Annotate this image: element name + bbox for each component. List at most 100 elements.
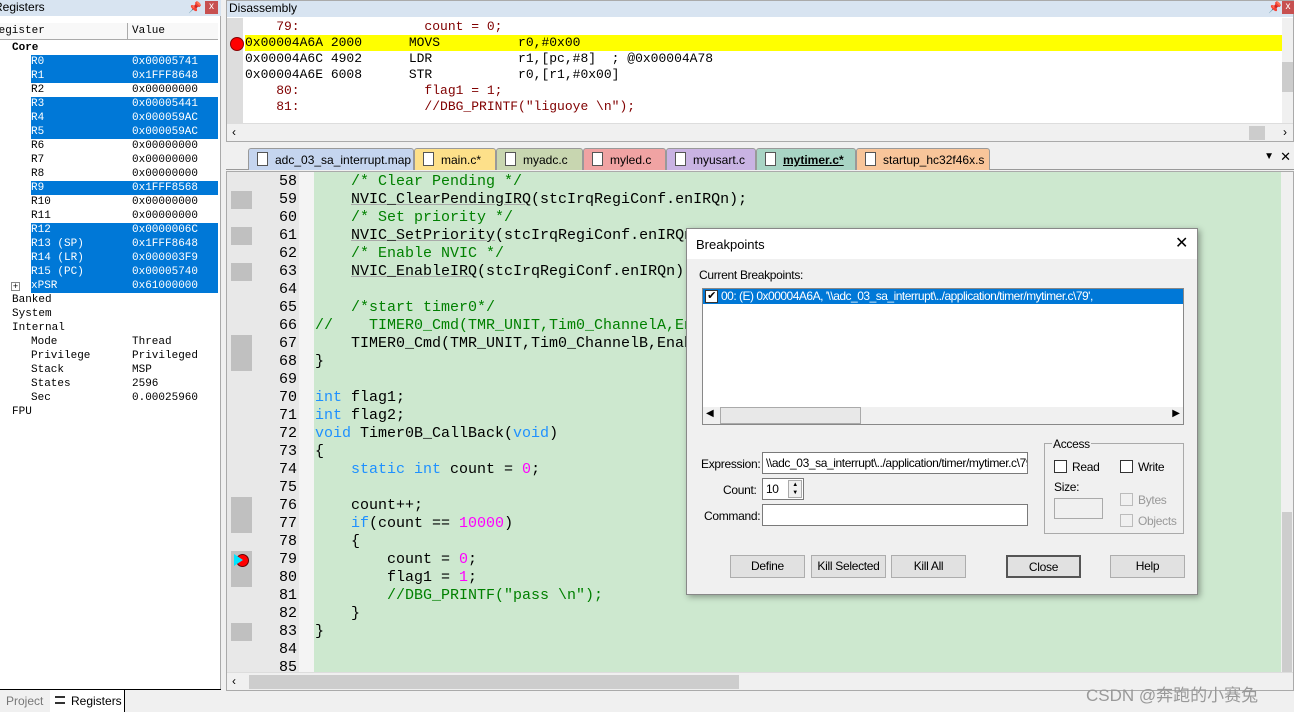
register-row[interactable]: xPSR 0x61000000 [31,279,218,293]
scroll-right-icon[interactable]: › [1283,125,1287,139]
pin-icon[interactable]: 📌 [1268,1,1282,14]
internal-row[interactable]: Sec 0.00025960 [31,391,218,405]
register-row[interactable]: R0 0x00005741 [31,55,218,69]
command-input[interactable] [762,504,1028,526]
scroll-right-icon[interactable]: ▶ [1172,408,1180,419]
register-row[interactable]: R4 0x000059AC [31,111,218,125]
tab-startup-hc32f46x-s[interactable]: startup_hc32f46x.s [856,148,990,170]
code-line[interactable]: NVIC_SetPriority(stcIrqRegiConf.enIRQn [315,227,693,245]
expression-input[interactable]: \\adc_03_sa_interrupt\../application/tim… [762,452,1028,474]
editor-vscrollbar[interactable] [1281,172,1293,672]
register-row[interactable]: R3 0x00005441 [31,97,218,111]
tab-main-c-[interactable]: main.c* [414,148,496,170]
code-line[interactable]: static int count = 0; [315,461,540,479]
breakpoint-enabled-checkbox[interactable]: ✔ [705,290,718,303]
tab-list-dropdown-icon[interactable]: ▼ [1264,151,1274,162]
column-register[interactable]: Register [0,23,128,40]
breakpoint-item[interactable]: ✔ 00: (E) 0x00004A6A, '\\adc_03_sa_inter… [703,289,1183,304]
register-row[interactable]: R9 0x1FFF8568 [31,181,218,195]
scroll-left-icon[interactable]: ◀ [706,408,714,419]
disassembly-line[interactable]: 0x00004A6C 4902 LDR r1,[pc,#8] ; @0x0000… [245,51,1285,67]
disassembly-line[interactable]: 80: flag1 = 1; [245,83,1285,99]
register-row[interactable]: R2 0x00000000 [31,83,218,97]
tab-myadc-c[interactable]: myadc.c [496,148,583,170]
scroll-left-icon[interactable]: ‹ [232,125,236,139]
close-icon[interactable]: x [205,1,218,14]
kill-all-button[interactable]: Kill All [891,555,966,578]
code-line[interactable]: count = 0; [315,551,477,569]
count-input[interactable]: 10 ▲ ▼ [762,478,804,500]
close-icon[interactable]: x [1282,1,1294,14]
code-line[interactable]: flag1 = 1; [315,569,477,587]
kill-selected-button[interactable]: Kill Selected [811,555,886,578]
internal-row[interactable]: Mode Thread [31,335,218,349]
disassembly-hscrollbar[interactable]: ‹ › [227,123,1293,141]
register-value: 0x00000000 [132,154,199,166]
register-row[interactable]: R1 0x1FFF8648 [31,69,218,83]
register-row[interactable]: R11 0x00000000 [31,209,218,223]
breakpoint-list[interactable]: ✔ 00: (E) 0x00004A6A, '\\adc_03_sa_inter… [702,288,1184,425]
help-button[interactable]: Help [1110,555,1185,578]
expand-icon[interactable]: + [11,282,20,291]
disassembly-vscrollbar[interactable] [1282,18,1293,123]
tab-project[interactable]: Project [6,694,43,708]
tree-group[interactable]: System [12,307,52,321]
tab-registers[interactable]: Registers [71,694,122,708]
write-checkbox[interactable] [1120,460,1133,473]
code-line[interactable]: int flag2; [315,407,405,425]
code-line[interactable]: TIMER0_Cmd(TMR_UNIT,Tim0_ChannelB,Enable… [315,335,729,353]
tab-adc-03-sa-interrupt-map[interactable]: adc_03_sa_interrupt.map [248,148,414,170]
code-line[interactable]: /* Enable NVIC */ [315,245,504,263]
register-row[interactable]: R13 (SP) 0x1FFF8648 [31,237,218,251]
register-row[interactable]: R12 0x0000006C [31,223,218,237]
code-line[interactable]: /* Clear Pending */ [315,173,522,191]
tree-group-core[interactable]: Core [12,41,38,55]
register-row[interactable]: R8 0x00000000 [31,167,218,181]
code-line[interactable]: { [315,533,360,551]
register-row[interactable]: R7 0x00000000 [31,153,218,167]
code-line[interactable]: /*start timer0*/ [315,299,495,317]
code-line[interactable]: NVIC_ClearPendingIRQ(stcIrqRegiConf.enIR… [315,191,747,209]
register-row[interactable]: R15 (PC) 0x00005740 [31,265,218,279]
close-icon[interactable]: ✕ [1175,233,1188,253]
register-row[interactable]: R10 0x00000000 [31,195,218,209]
register-row[interactable]: R5 0x000059AC [31,125,218,139]
list-hscrollbar[interactable]: ◀ ▶ [703,407,1183,424]
internal-row[interactable]: Stack MSP [31,363,218,377]
disassembly-line[interactable]: 81: //DBG_PRINTF("liguoye \n"); [245,99,1285,115]
scroll-left-icon[interactable]: ‹ [232,674,236,688]
tab-myusart-c[interactable]: myusart.c [666,148,756,170]
code-line[interactable]: } [315,623,324,641]
code-line[interactable]: if(count == 10000) [315,515,513,533]
tree-group[interactable]: Banked [12,293,52,307]
read-checkbox[interactable] [1054,460,1067,473]
column-value[interactable]: Value [132,23,165,40]
code-line[interactable]: // TIMER0_Cmd(TMR_UNIT,Tim0_ChannelA,Ena… [315,317,747,335]
code-line[interactable]: int flag1; [315,389,405,407]
breakpoint-icon[interactable] [230,37,244,51]
tree-group-fpu[interactable]: FPU [12,405,32,419]
pin-icon[interactable]: 📌 [188,1,202,14]
register-row[interactable]: R6 0x00000000 [31,139,218,153]
code-line[interactable]: } [315,605,360,623]
code-line[interactable]: /* Set priority */ [315,209,513,227]
code-line[interactable]: count++; [315,497,423,515]
register-row[interactable]: R14 (LR) 0x000003F9 [31,251,218,265]
tab-mytimer-c-[interactable]: mytimer.c* [756,148,856,170]
disassembly-line[interactable]: 0x00004A6E 6008 STR r0,[r1,#0x00] [245,67,1285,83]
define-button[interactable]: Define [730,555,805,578]
code-line[interactable]: void Timer0B_CallBack(void) [315,425,558,443]
internal-row[interactable]: States 2596 [31,377,218,391]
code-line[interactable]: NVIC_EnableIRQ(stcIrqRegiConf.enIRQn); [315,263,693,281]
code-line[interactable]: } [315,353,324,371]
code-line[interactable]: //DBG_PRINTF("pass \n"); [315,587,603,605]
internal-row[interactable]: Privilege Privileged [31,349,218,363]
close-button[interactable]: Close [1006,555,1081,578]
code-line[interactable]: { [315,443,324,461]
disassembly-line[interactable]: 79: count = 0; [245,19,1285,35]
disassembly-line[interactable]: 0x00004A6A 2000 MOVS r0,#0x00 [245,35,1285,51]
tree-group[interactable]: Internal [12,321,65,335]
count-spinner[interactable]: ▲ ▼ [788,480,802,498]
tab-myled-c[interactable]: myled.c [583,148,666,170]
close-tab-icon[interactable]: ✕ [1280,149,1291,165]
